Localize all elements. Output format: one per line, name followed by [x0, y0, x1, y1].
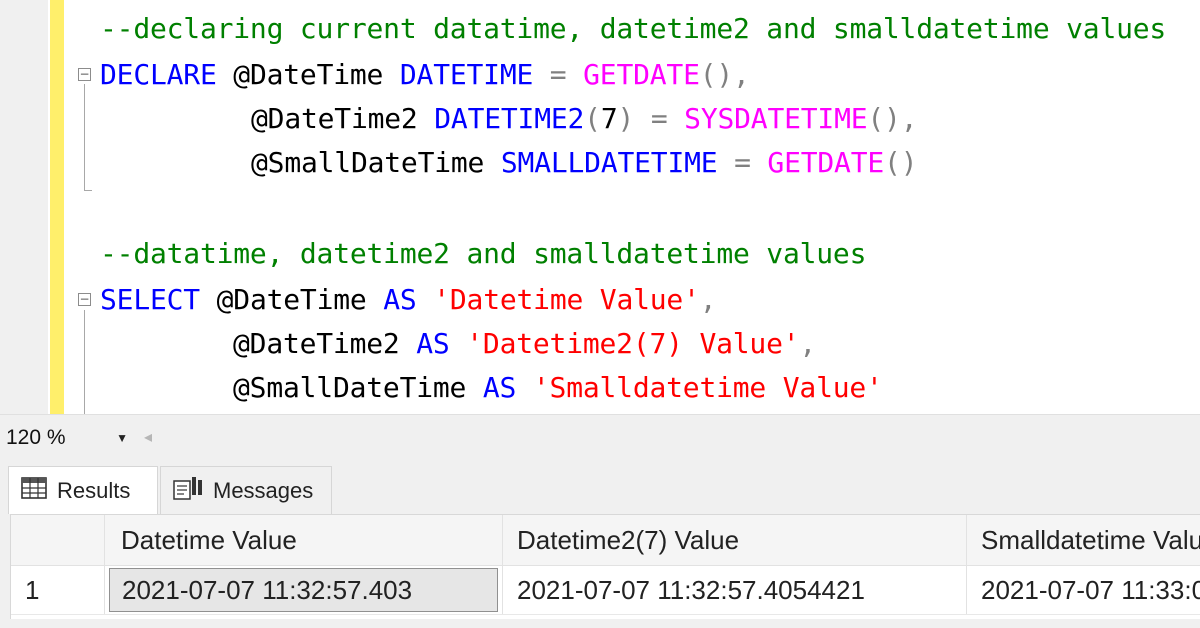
- code-token: 'Datetime2(7) Value': [466, 327, 800, 360]
- grid-icon: [21, 476, 47, 505]
- code-token: (): [884, 146, 918, 179]
- cell-datetime2-value[interactable]: 2021-07-07 11:32:57.4054421: [503, 566, 967, 614]
- code-line-declare2: @DateTime2 DATETIME2(7) = SYSDATETIME(),: [251, 97, 918, 141]
- code-line-declare1: DECLARE @DateTime DATETIME = GETDATE(),: [100, 53, 750, 97]
- outline-line: [84, 310, 85, 414]
- code-token: AS: [383, 283, 417, 316]
- collapse-declare-icon[interactable]: −: [78, 68, 91, 81]
- tab-messages[interactable]: Messages: [160, 466, 332, 514]
- messages-icon: [173, 476, 203, 506]
- change-tracking-bar: [50, 0, 64, 414]
- code-token: (),: [867, 102, 918, 135]
- code-token: @SmallDateTime: [251, 146, 485, 179]
- code-token: ) =: [617, 102, 685, 135]
- row-number[interactable]: 1: [11, 566, 105, 614]
- code-line-select3: @SmallDateTime AS 'Smalldatetime Value': [233, 366, 883, 410]
- code-token: --datatime, datetime2 and smalldatetime …: [100, 237, 867, 270]
- code-token: 7: [600, 102, 618, 135]
- code-token: AS: [482, 371, 517, 404]
- grid-header-row: Datetime Value Datetime2(7) Value Smalld…: [11, 515, 1200, 566]
- code-token: @SmallDateTime: [233, 371, 467, 404]
- chevron-down-icon[interactable]: ▼: [116, 424, 128, 452]
- code-token: @DateTime: [233, 58, 384, 91]
- code-token: @DateTime2: [233, 327, 400, 360]
- code-token: GETDATE: [583, 58, 700, 91]
- code-token: SMALLDATETIME: [500, 146, 718, 179]
- selected-cell[interactable]: 2021-07-07 11:32:57.403: [109, 568, 498, 612]
- code-token: ,: [699, 283, 717, 316]
- column-header-smalldatetime[interactable]: Smalldatetime Value: [967, 515, 1200, 565]
- code-token: AS: [416, 327, 450, 360]
- code-token: (: [584, 102, 601, 135]
- code-token: @DateTime2: [251, 102, 418, 135]
- code-token: 'Smalldatetime Value': [532, 371, 883, 404]
- tab-results-label: Results: [57, 477, 131, 503]
- code-token: =: [533, 58, 584, 91]
- code-line-select1: SELECT @DateTime AS 'Datetime Value',: [100, 278, 717, 322]
- column-header-datetime[interactable]: Datetime Value: [105, 515, 503, 565]
- zoom-value: 120 %: [6, 426, 66, 449]
- line-number-gutter: [0, 0, 48, 414]
- outline-line: [84, 84, 85, 190]
- code-token: DATETIME2: [434, 102, 585, 135]
- code-token: =: [717, 146, 768, 179]
- code-line-select2: @DateTime2 AS 'Datetime2(7) Value',: [233, 322, 816, 366]
- cell-datetime-value[interactable]: 2021-07-07 11:32:57.403: [105, 566, 503, 614]
- code-token: DATETIME: [399, 58, 534, 91]
- row-number-header[interactable]: [11, 515, 105, 565]
- query-editor[interactable]: − − --declaring current datatime, dateti…: [0, 0, 1200, 414]
- code-token: (),: [699, 58, 750, 91]
- outline-end-tick: [84, 190, 92, 191]
- cell-smalldatetime-value[interactable]: 2021-07-07 11:33:00: [967, 566, 1200, 614]
- code-line-declare3: @SmallDateTime SMALLDATETIME = GETDATE(): [251, 141, 918, 185]
- code-token: GETDATE: [767, 146, 885, 179]
- code-token: DECLARE: [100, 58, 217, 91]
- scroll-left-arrow-icon[interactable]: ◂: [144, 427, 152, 446]
- code-token: ,: [799, 327, 817, 360]
- code-token: @DateTime: [216, 283, 367, 316]
- tab-results[interactable]: Results: [8, 466, 158, 514]
- zoom-dropdown[interactable]: 120 % ▼: [4, 424, 132, 452]
- table-row[interactable]: 1 2021-07-07 11:32:57.403 2021-07-07 11:…: [11, 566, 1200, 615]
- results-grid[interactable]: Datetime Value Datetime2(7) Value Smalld…: [10, 514, 1200, 619]
- code-line-comment2: --datatime, datetime2 and smalldatetime …: [100, 232, 866, 276]
- code-token: SELECT: [100, 283, 200, 316]
- code-token: --declaring current datatime, datetime2 …: [100, 12, 1167, 45]
- collapse-select-icon[interactable]: −: [78, 293, 91, 306]
- editor-zoom-bar: 120 % ▼ ◂: [0, 414, 1200, 461]
- column-header-datetime2[interactable]: Datetime2(7) Value: [503, 515, 967, 565]
- code-line-comment1: --declaring current datatime, datetime2 …: [100, 7, 1166, 51]
- tab-messages-label: Messages: [213, 477, 314, 503]
- code-token: SYSDATETIME: [684, 102, 868, 135]
- code-token: 'Datetime Value': [433, 283, 700, 316]
